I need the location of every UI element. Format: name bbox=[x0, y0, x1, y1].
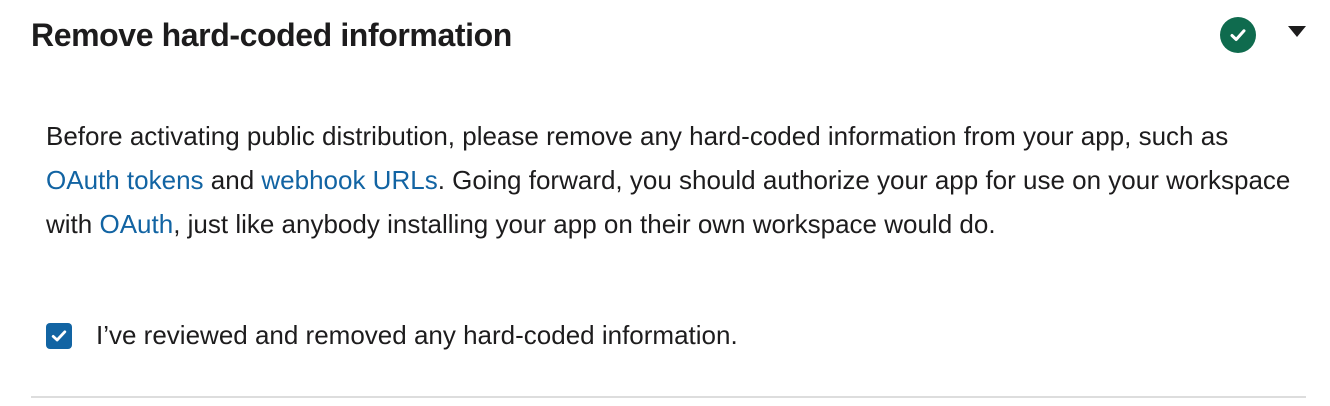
checkmark-icon bbox=[1230, 29, 1246, 41]
check-circle-icon bbox=[1220, 17, 1256, 53]
hard-coded-info-section: Remove hard-coded information Before act… bbox=[0, 0, 1330, 406]
oauth-link[interactable]: OAuth bbox=[99, 209, 173, 239]
section-title: Remove hard-coded information bbox=[31, 16, 512, 53]
webhook-urls-link[interactable]: webhook URLs bbox=[261, 165, 437, 195]
section-description: Before activating public distribution, p… bbox=[46, 114, 1306, 246]
reviewed-checkbox-label[interactable]: I’ve reviewed and removed any hard-coded… bbox=[96, 320, 738, 351]
section-header: Remove hard-coded information bbox=[31, 10, 1306, 60]
description-text: and bbox=[203, 165, 262, 195]
checkmark-icon bbox=[51, 329, 67, 341]
description-text: Before activating public distribution, p… bbox=[46, 121, 1229, 151]
description-text: , just like anybody installing your app … bbox=[173, 209, 996, 239]
caret-down-icon[interactable] bbox=[1288, 25, 1306, 37]
reviewed-checkbox[interactable] bbox=[46, 322, 72, 349]
section-divider bbox=[31, 396, 1306, 398]
oauth-tokens-link[interactable]: OAuth tokens bbox=[46, 165, 204, 195]
header-actions bbox=[1220, 17, 1306, 53]
review-confirmation[interactable]: I’ve reviewed and removed any hard-coded… bbox=[46, 320, 738, 351]
